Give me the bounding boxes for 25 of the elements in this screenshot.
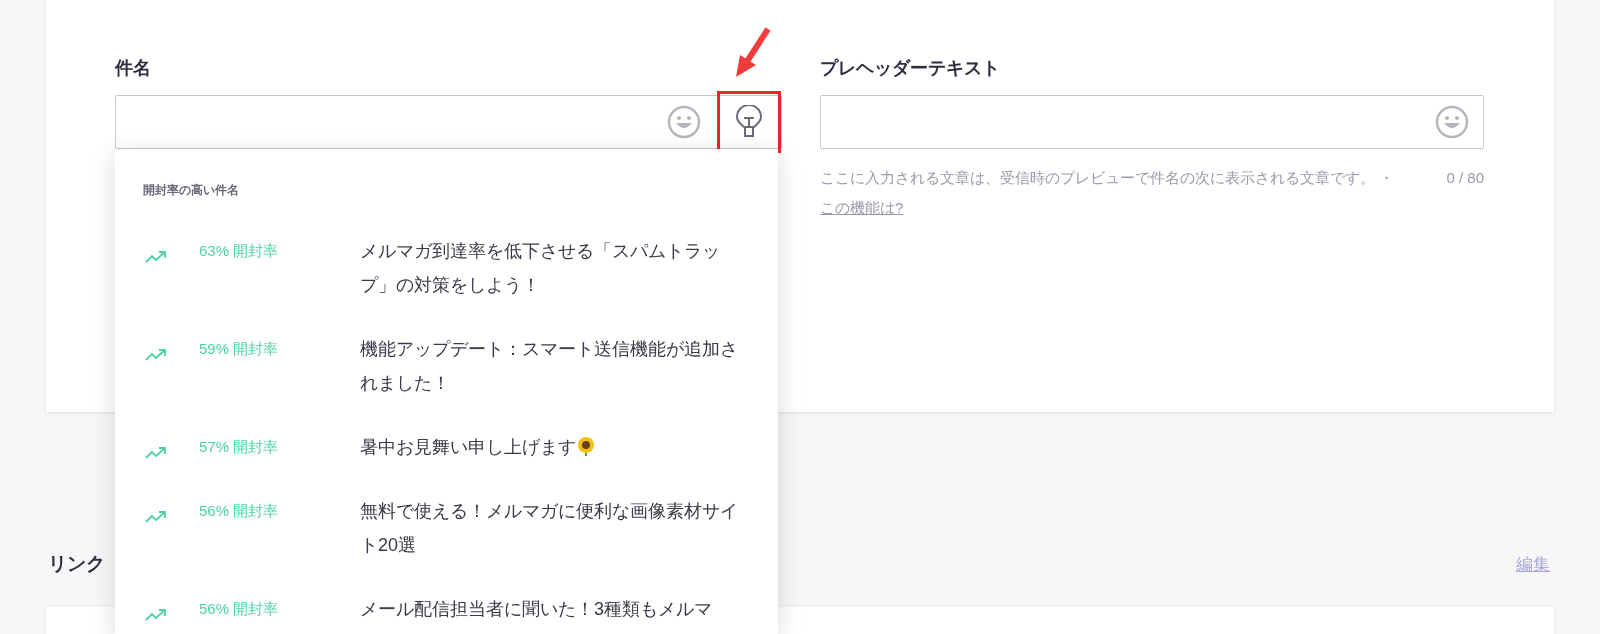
field-label: 件名 xyxy=(115,57,152,80)
smiley-icon[interactable] xyxy=(1435,105,1469,139)
suggested-subject[interactable]: 無料で使える！メルマガに便利な画像素材サイト20選 xyxy=(360,494,740,562)
trend-up-icon xyxy=(145,348,167,362)
open-rate: 63% 開封率 xyxy=(199,241,280,261)
help-text: ここに入力される文章は、受信時のプレビューで件名の次に表示される文章です。 ・ この機能は? xyxy=(820,168,1395,218)
character-counter: 0 / 80 xyxy=(1446,168,1484,188)
trend-up-icon xyxy=(145,446,167,460)
section-title: リンク xyxy=(48,552,105,576)
open-rate: 57% 開封率 xyxy=(199,437,280,457)
open-rate: 56% 開封率 xyxy=(199,501,280,521)
trend-up-icon xyxy=(145,250,167,264)
trend-up-icon xyxy=(145,510,167,524)
open-rate: 56% 開封率 xyxy=(199,599,280,619)
preheader-input[interactable] xyxy=(820,95,1484,149)
suggested-subject[interactable]: メルマガ到達率を低下させる「スパムトラップ」の対策をしよう！ xyxy=(360,234,740,302)
suggested-subject[interactable]: 機能アップデート：スマート送信機能が追加されました！ xyxy=(360,332,740,400)
open-rate: 59% 開封率 xyxy=(199,339,280,359)
trend-up-icon xyxy=(145,608,167,622)
smiley-icon[interactable] xyxy=(667,105,701,139)
dropdown-heading: 開封率の高い件名 xyxy=(142,182,240,199)
suggested-subject[interactable]: 暑中お見舞い申し上げます xyxy=(360,430,740,464)
suggested-subject[interactable]: メール配信担当者に聞いた！3種類もメルマ xyxy=(360,592,740,626)
lightbulb-icon xyxy=(736,105,762,139)
field-label: プレヘッダーテキスト xyxy=(820,57,1001,80)
